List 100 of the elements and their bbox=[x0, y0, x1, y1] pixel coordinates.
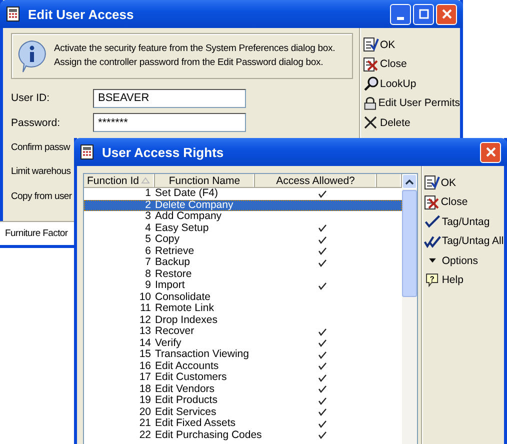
toolbar-button[interactable]: Tag/Untag bbox=[424, 213, 504, 230]
table-row[interactable]: 19 Edit Products bbox=[84, 395, 402, 406]
table-cell-text: Remote Link bbox=[155, 303, 215, 314]
cancel-icon bbox=[424, 194, 440, 210]
checklist-icon bbox=[363, 37, 379, 52]
table-cell-text: 10 bbox=[138, 292, 152, 303]
column-header[interactable]: Function Id bbox=[84, 174, 155, 187]
table-cell-text: 7 bbox=[144, 257, 152, 268]
table-cell-text: 20 bbox=[138, 406, 152, 418]
calculator-icon bbox=[80, 144, 94, 160]
table-row[interactable]: 5 Copy bbox=[84, 234, 402, 246]
column-header[interactable]: Access Allowed? bbox=[255, 174, 377, 187]
help-icon: ? bbox=[424, 272, 441, 288]
minimize-icon bbox=[397, 16, 404, 20]
table-row[interactable]: 10 Consolidate bbox=[84, 292, 402, 303]
input-field[interactable]: ******* bbox=[93, 113, 246, 132]
table-cell-text: 22 bbox=[138, 430, 152, 441]
checklist-icon bbox=[424, 175, 440, 190]
table-cell-text: 4 bbox=[144, 222, 152, 234]
table-row[interactable]: 1 Set Date (F4) bbox=[84, 188, 402, 200]
toolbar-button[interactable]: Close bbox=[424, 194, 504, 211]
table-cell-text: Edit Fixed Assets bbox=[155, 418, 237, 430]
toolbar-button[interactable]: OK bbox=[424, 174, 504, 192]
calculator-icon bbox=[6, 6, 20, 22]
table-cell-text: 2 bbox=[144, 200, 152, 211]
table-cell-text: 3 bbox=[144, 211, 152, 222]
table-row[interactable]: 13 Recover bbox=[84, 326, 402, 338]
table-row[interactable]: 6 Retrieve bbox=[84, 246, 402, 257]
table-cell-text: Edit Vendors bbox=[155, 384, 216, 395]
input-field[interactable]: BSEAVER bbox=[93, 88, 246, 108]
field-label: Confirm passw bbox=[11, 142, 70, 153]
table-cell-text: Edit Products bbox=[155, 395, 218, 406]
table-cell-text: 13 bbox=[138, 326, 152, 338]
maximize-button[interactable] bbox=[413, 4, 434, 24]
table-cell-text: Add Company bbox=[155, 211, 222, 222]
table-row[interactable]: 2 Delete Company bbox=[84, 200, 402, 211]
toolbar-button[interactable]: Close bbox=[363, 56, 460, 73]
toolbar-button[interactable]: Delete bbox=[363, 114, 460, 132]
table-cell-text: Backup bbox=[155, 257, 192, 268]
table-cell-text: Transaction Viewing bbox=[155, 349, 250, 360]
toolbar-button[interactable]: Edit User Permits bbox=[363, 94, 460, 112]
close-icon bbox=[442, 9, 452, 19]
table-cell-text: Delete Company bbox=[155, 200, 234, 211]
field-label: Copy from user bbox=[11, 190, 72, 202]
close-button[interactable] bbox=[436, 4, 457, 24]
table-cell: Edit Purchasing Codes bbox=[155, 430, 262, 441]
table-cell-text: Drop Indexes bbox=[155, 314, 218, 326]
tick-icon bbox=[424, 214, 441, 230]
table-row[interactable]: 16 Edit Accounts bbox=[84, 360, 402, 372]
table-cell-text: 16 bbox=[138, 360, 152, 372]
table-cell-text: 12 bbox=[138, 314, 152, 326]
table-cell-text: Retrieve bbox=[155, 246, 196, 257]
toolbar-button[interactable]: ? Help bbox=[424, 272, 504, 289]
table-cell-text: 6 bbox=[144, 246, 152, 257]
toolbar-button[interactable]: LookUp bbox=[363, 75, 460, 92]
toolbar-button[interactable]: OK bbox=[363, 36, 460, 54]
table-cell-text: Consolidate bbox=[155, 292, 212, 303]
table-row[interactable]: 11 Remote Link bbox=[84, 303, 402, 314]
table-row[interactable]: 12 Drop Indexes bbox=[84, 314, 402, 326]
double-tick-icon bbox=[424, 234, 441, 249]
table-cell-text: Import bbox=[155, 280, 186, 292]
table-row[interactable]: 3 Add Company bbox=[84, 211, 402, 222]
table-row[interactable]: 22 Edit Purchasing Codes bbox=[84, 430, 402, 441]
close-button[interactable] bbox=[480, 142, 501, 162]
table-row[interactable]: 20 Edit Services bbox=[84, 406, 402, 418]
toolbar-button[interactable]: Options bbox=[424, 252, 504, 270]
info-text: Assign the controller password from the Edit Password dialog box. bbox=[54, 56, 324, 70]
table-row[interactable]: 21 Edit Fixed Assets bbox=[84, 418, 402, 430]
table-cell-text: 11 bbox=[139, 303, 152, 314]
table-row[interactable]: 15 Transaction Viewing bbox=[84, 349, 402, 360]
table-cell-text: 8 bbox=[144, 268, 152, 280]
sort-icon bbox=[140, 177, 150, 184]
table-row[interactable]: 18 Edit Vendors bbox=[84, 384, 402, 395]
close-icon bbox=[486, 147, 496, 157]
table-row[interactable]: 17 Edit Customers bbox=[84, 372, 402, 384]
table-cell-text: 19 bbox=[138, 395, 152, 406]
table-cell-text: 1 bbox=[144, 188, 152, 200]
table-row[interactable]: 9 Import bbox=[84, 280, 402, 292]
table-cell-text: Edit Customers bbox=[155, 372, 228, 384]
field-label: User ID: bbox=[11, 92, 50, 104]
table-cell-text: 9 bbox=[144, 280, 152, 292]
table-row[interactable]: 4 Easy Setup bbox=[84, 222, 402, 234]
table-cell-text: Edit Accounts bbox=[155, 360, 220, 372]
table-row[interactable]: 8 Restore bbox=[84, 268, 402, 280]
table-cell-text: Edit Services bbox=[155, 406, 218, 418]
column-header[interactable]: Function Name bbox=[155, 174, 255, 187]
table-cell-text: 21 bbox=[138, 418, 152, 430]
minimize-button[interactable] bbox=[390, 4, 411, 24]
padlock-icon bbox=[363, 96, 378, 111]
field-label: Password: bbox=[11, 116, 60, 129]
table-cell-text: Set Date (F4) bbox=[155, 188, 220, 200]
table-row[interactable]: 14 Verify bbox=[84, 338, 402, 349]
scrollbar[interactable] bbox=[402, 174, 417, 444]
maximize-icon bbox=[418, 9, 428, 19]
status-text: Furniture Factor bbox=[5, 228, 68, 239]
cancel-icon bbox=[363, 56, 379, 72]
field-label: Limit warehous bbox=[11, 166, 71, 178]
table-cell-text: Restore bbox=[155, 268, 193, 280]
table-row[interactable]: 7 Backup bbox=[84, 257, 402, 268]
toolbar-button[interactable]: Tag/Untag All bbox=[424, 232, 504, 250]
